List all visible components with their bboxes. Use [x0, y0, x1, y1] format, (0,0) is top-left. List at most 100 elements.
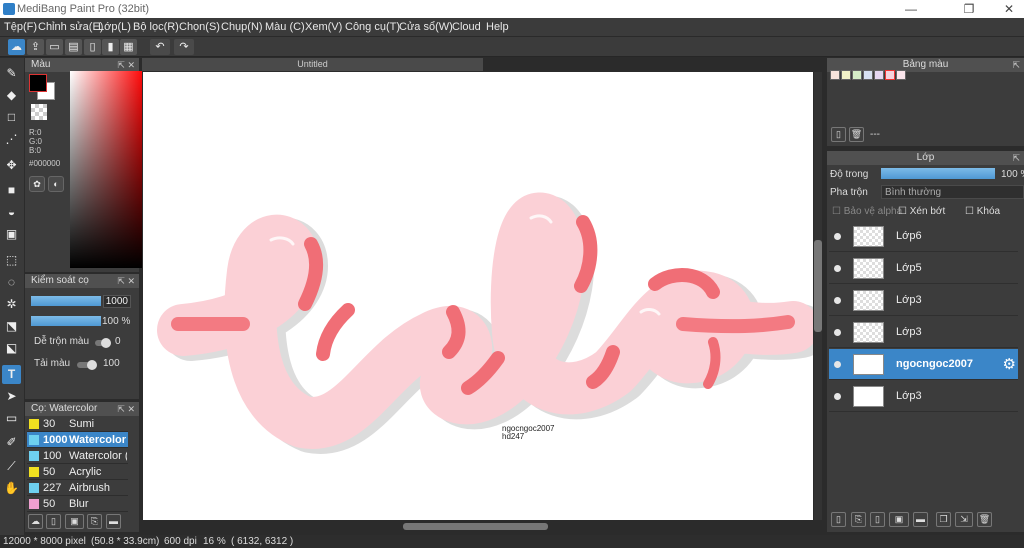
layer-row[interactable]: Lớp3	[829, 317, 1018, 348]
panel-controls-icon[interactable]: ⇱	[1012, 58, 1020, 72]
delete-layer-icon[interactable]: 🗑	[977, 512, 992, 527]
palette-swatch[interactable]	[896, 70, 906, 80]
pen-tool-icon[interactable]: ✐	[2, 433, 21, 452]
brush-opacity-slider[interactable]	[31, 316, 101, 326]
vertical-scrollbar[interactable]	[814, 72, 822, 520]
add-layer-menu-icon[interactable]: ▣	[889, 512, 909, 527]
grid-icon[interactable]: ▦	[120, 39, 137, 55]
menu-help[interactable]: Help	[486, 21, 509, 33]
undo-icon[interactable]: ↶	[150, 39, 170, 55]
brush-settings-icon[interactable]: ⎘	[87, 514, 102, 529]
operation-tool-icon[interactable]: ➤	[2, 387, 21, 406]
panel-controls-icon[interactable]: ⇱ ✕	[117, 274, 135, 288]
cloud-icon[interactable]: ☁	[8, 39, 25, 55]
horizontal-scrollbar[interactable]	[403, 523, 548, 530]
close-button[interactable]: ✕	[986, 0, 1024, 18]
brush-folder-icon[interactable]: ▬	[106, 514, 121, 529]
brush-tool-icon[interactable]: ✎	[2, 64, 21, 83]
palette-swatch[interactable]	[885, 70, 895, 80]
panel-controls-icon[interactable]: ⇱	[1012, 151, 1020, 165]
brush-size-value[interactable]: 1000	[103, 295, 131, 308]
vertical-scrollbar-thumb[interactable]	[814, 240, 822, 332]
select-rect-tool-icon[interactable]: ⬚	[2, 251, 21, 270]
foreground-color-swatch[interactable]	[29, 74, 47, 92]
layer-folder-icon[interactable]: ▬	[913, 512, 928, 527]
clipping-checkbox[interactable]: ☐ Xén bớt	[898, 206, 945, 217]
palette-swatch[interactable]	[841, 70, 851, 80]
palette-new-icon[interactable]: ▯	[831, 127, 846, 142]
layer-blend-select[interactable]: Bình thường	[881, 185, 1024, 199]
visibility-icon[interactable]	[834, 329, 841, 336]
menu-window[interactable]: Cửa sổ(W)	[399, 21, 453, 33]
layer-row-selected[interactable]: ngocngoc2007 ⚙	[829, 349, 1018, 380]
drawing-canvas[interactable]: ngocngoc2007 hd247	[143, 72, 828, 520]
layer-row[interactable]: Lớp5	[829, 253, 1018, 284]
palette-swatch[interactable]	[830, 70, 840, 80]
hand-tool-icon[interactable]: ✋	[2, 479, 21, 498]
palette-delete-icon[interactable]: 🗑	[849, 127, 864, 142]
layer-row[interactable]: Lớp3	[829, 381, 1018, 412]
message-icon[interactable]: ▤	[65, 39, 82, 55]
transparent-color-swatch[interactable]	[31, 104, 47, 120]
gear-icon[interactable]: ⚙	[1003, 355, 1016, 373]
brush-item-blur[interactable]: 50 Blur	[27, 496, 128, 512]
menu-color[interactable]: Màu (C)	[265, 21, 305, 33]
dot-tool-icon[interactable]: ⋰	[2, 130, 21, 149]
brush-add-icon[interactable]: ▣	[65, 514, 84, 529]
menu-edit[interactable]: Chỉnh sửa(E)	[38, 21, 103, 33]
menu-filter[interactable]: Bộ lọc(R)	[133, 21, 179, 33]
menu-select[interactable]: Chọn(S)	[179, 21, 220, 33]
color-wheel-icon[interactable]: ✿	[29, 176, 45, 192]
new-1bit-layer-icon[interactable]: ▯	[870, 512, 885, 527]
menu-view[interactable]: Xem(V)	[305, 21, 342, 33]
blend-toggle[interactable]	[95, 338, 111, 348]
menu-cloud[interactable]: Cloud	[452, 21, 481, 33]
new-layer-icon[interactable]: ▯	[831, 512, 846, 527]
layer-opacity-slider[interactable]	[881, 168, 995, 179]
saturation-value-picker[interactable]	[70, 71, 145, 268]
document-tab[interactable]: Untitled	[142, 58, 483, 71]
brush-item-watercolor[interactable]: 1000 Watercolor	[27, 432, 128, 448]
panel-controls-icon[interactable]: ⇱ ✕	[117, 58, 135, 72]
visibility-icon[interactable]	[834, 361, 841, 368]
minimize-button[interactable]: —	[888, 0, 934, 18]
palette-swatch[interactable]	[874, 70, 884, 80]
visibility-icon[interactable]	[834, 233, 841, 240]
share-icon[interactable]: ⇪	[27, 39, 44, 55]
gradient-tool-icon[interactable]: ▣	[2, 225, 21, 244]
lock-checkbox[interactable]: ☐ Khóa	[965, 206, 1000, 217]
palette-swatch[interactable]	[863, 70, 873, 80]
brush-add-cloud-icon[interactable]: ☁	[28, 514, 43, 529]
menu-capture[interactable]: Chụp(N)	[221, 21, 263, 33]
brush-new-icon[interactable]: ▯	[46, 514, 61, 529]
load-toggle[interactable]	[77, 360, 97, 370]
brush-item-airbrush[interactable]: 227 Airbrush	[27, 480, 128, 496]
select-eraser-tool-icon[interactable]: ⬕	[2, 339, 21, 358]
brush-size-slider[interactable]	[31, 296, 101, 306]
new-halftone-layer-icon[interactable]: ⎘	[851, 512, 866, 527]
page-icon[interactable]: ▯	[84, 39, 101, 55]
visibility-icon[interactable]	[834, 265, 841, 272]
visibility-icon[interactable]	[834, 393, 841, 400]
duplicate-layer-icon[interactable]: ❐	[936, 512, 951, 527]
merge-layer-icon[interactable]: ⇲	[955, 512, 973, 527]
panel-controls-icon[interactable]: ⇱ ✕	[117, 402, 135, 416]
fill-rect-tool-icon[interactable]: ■	[2, 181, 21, 200]
layer-row[interactable]: Lớp3	[829, 285, 1018, 316]
brush-item-sumi[interactable]: 30 Sumi	[27, 416, 128, 432]
move-tool-icon[interactable]: ✥	[2, 156, 21, 175]
eraser-tool-icon[interactable]: ◆	[2, 86, 21, 105]
color-picker-icon[interactable]: ◐	[48, 176, 64, 192]
magic-wand-tool-icon[interactable]: ✲	[2, 295, 21, 314]
protect-alpha-checkbox[interactable]: ☐ Bảo vệ alpha	[832, 206, 902, 217]
palette-swatch[interactable]	[852, 70, 862, 80]
text-tool-icon[interactable]: T	[2, 365, 21, 384]
select-pen-tool-icon[interactable]: ⬔	[2, 317, 21, 336]
menu-layer[interactable]: Lớp(L)	[98, 21, 131, 33]
comment-icon[interactable]: ▭	[46, 39, 63, 55]
rectangle-tool-icon[interactable]: □	[2, 108, 21, 127]
visibility-icon[interactable]	[834, 297, 841, 304]
eyedropper-tool-icon[interactable]: ⟋	[2, 457, 21, 476]
lasso-tool-icon[interactable]: ◌	[2, 273, 21, 292]
menu-tools[interactable]: Công cụ(T)	[345, 21, 400, 33]
